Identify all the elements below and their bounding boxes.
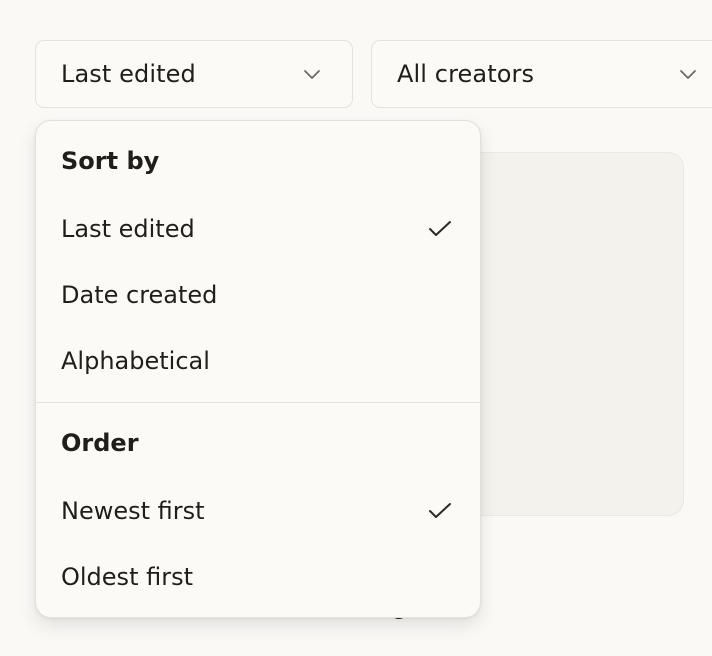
sort-by-heading: Sort by xyxy=(61,147,160,175)
menu-item-label: Last edited xyxy=(61,215,195,243)
menu-item-label: Date created xyxy=(61,281,218,309)
menu-item-label: Oldest first xyxy=(61,563,193,591)
chevron-down-icon xyxy=(304,70,320,79)
checkmark-icon xyxy=(429,221,451,236)
menu-item-alphabetical[interactable]: Alphabetical xyxy=(36,333,480,389)
sort-dropdown[interactable]: Last edited xyxy=(35,40,353,108)
creator-dropdown-value: All creators xyxy=(397,60,535,88)
menu-item-label: Newest first xyxy=(61,497,205,525)
menu-divider xyxy=(36,402,480,403)
sort-menu: Sort by Last edited Date created Alphabe… xyxy=(35,120,481,618)
menu-item-last-edited[interactable]: Last edited xyxy=(36,201,480,257)
menu-item-date-created[interactable]: Date created xyxy=(36,267,480,323)
chevron-down-icon xyxy=(680,70,696,79)
menu-item-label: Alphabetical xyxy=(61,347,210,375)
menu-item-newest-first[interactable]: Newest first xyxy=(36,483,480,539)
creator-dropdown[interactable]: All creators xyxy=(371,40,712,108)
checkmark-icon xyxy=(429,503,451,518)
sort-dropdown-value: Last edited xyxy=(61,60,196,88)
order-heading: Order xyxy=(61,429,139,457)
menu-item-oldest-first[interactable]: Oldest first xyxy=(36,549,480,605)
